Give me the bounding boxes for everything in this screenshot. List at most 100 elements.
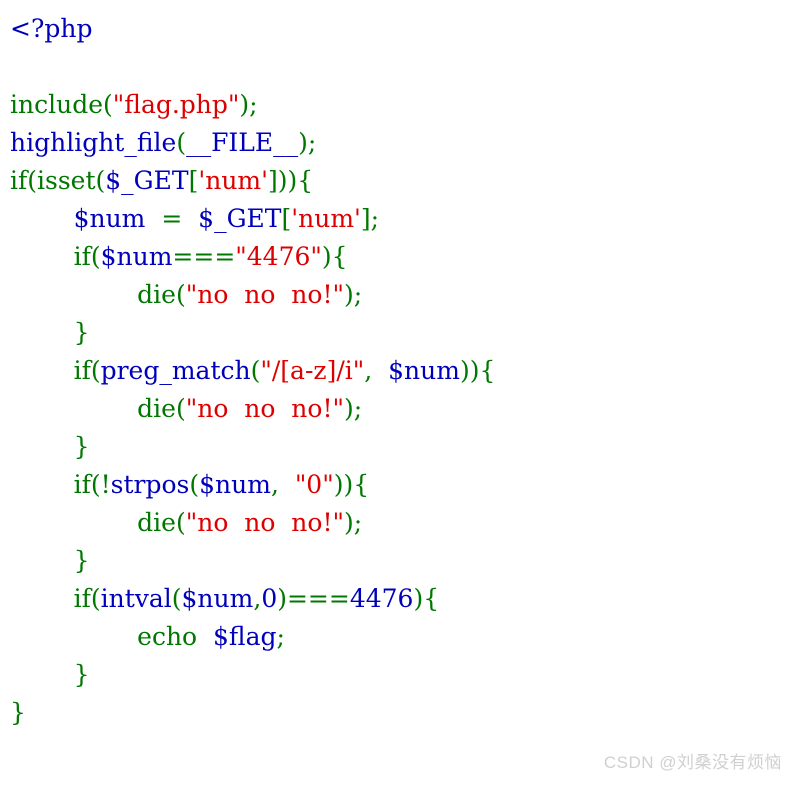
code-token-keyword: (	[90, 584, 101, 613]
code-token-keyword	[10, 546, 74, 575]
code-line: }	[10, 314, 790, 352]
code-token-keyword: if	[73, 356, 91, 385]
php-code-listing: <?php include("flag.php"); highlight_file…	[10, 10, 790, 732]
code-token-keyword	[10, 622, 137, 651]
code-token-default: $num	[199, 470, 271, 499]
code-line: if(!strpos($num, "0")){	[10, 466, 790, 504]
code-token-keyword: {	[331, 242, 348, 271]
code-token-keyword: ]	[268, 166, 278, 195]
code-token-keyword: ))	[333, 470, 354, 499]
code-token-keyword: (	[90, 470, 101, 499]
code-token-keyword: (	[175, 394, 186, 423]
code-token-default: 0	[261, 584, 278, 613]
code-token-keyword: (	[175, 508, 186, 537]
code-line: highlight_file(__FILE__);	[10, 124, 790, 162]
code-token-keyword: )	[321, 242, 332, 271]
code-token-keyword: {	[353, 470, 370, 499]
code-token-keyword: {	[423, 584, 440, 613]
code-token-keyword: ))	[459, 356, 480, 385]
code-token-keyword: )	[344, 394, 354, 423]
code-token-keyword: (	[175, 280, 186, 309]
code-token-default: strpos	[110, 470, 190, 499]
code-token-default: $flag	[213, 622, 277, 651]
code-token-default: $_GET	[198, 204, 282, 233]
code-token-string: "no no no!"	[185, 394, 345, 423]
code-token-keyword: if	[10, 166, 28, 195]
code-token-keyword: }	[73, 318, 90, 347]
code-token-keyword: if	[73, 584, 91, 613]
code-token-keyword	[10, 470, 74, 499]
code-line: if(preg_match("/[a-z]/i", $num)){	[10, 352, 790, 390]
code-token-default: $num	[181, 584, 254, 613]
csdn-watermark: CSDN @刘桑没有烦恼	[603, 753, 782, 772]
code-line: if(intval($num,0)===4476){	[10, 580, 790, 618]
code-token-keyword: {	[479, 356, 496, 385]
code-token-keyword	[10, 660, 74, 689]
code-token-keyword: ;	[353, 508, 363, 537]
code-token-keyword: isset	[37, 166, 96, 195]
code-token-keyword: if	[73, 242, 91, 271]
code-token-keyword: !	[100, 470, 111, 499]
code-token-keyword	[279, 470, 295, 499]
code-token-keyword: ;	[353, 280, 363, 309]
code-token-keyword: }	[73, 546, 90, 575]
code-token-string: "flag.php"	[112, 90, 240, 119]
code-token-keyword: die	[137, 394, 176, 423]
code-token-string: "4476"	[235, 242, 322, 271]
code-token-keyword	[10, 242, 74, 271]
code-token-keyword: (	[176, 128, 187, 157]
code-token-default: preg_match	[100, 356, 251, 385]
code-line: }	[10, 542, 790, 580]
code-token-keyword	[10, 584, 74, 613]
code-token-keyword: ;	[276, 622, 285, 651]
code-token-keyword	[10, 394, 137, 423]
code-token-default: $num	[73, 204, 146, 233]
code-token-keyword: (	[103, 90, 113, 119]
code-token-keyword: ,	[364, 356, 373, 385]
code-token-keyword: if	[73, 470, 91, 499]
code-token-keyword: (	[27, 166, 38, 195]
code-line: if($num==="4476"){	[10, 238, 790, 276]
code-token-keyword: ===	[286, 584, 350, 613]
code-token-default: $num	[100, 242, 173, 271]
code-token-keyword: ))	[277, 166, 298, 195]
code-token-default: highlight_file	[10, 128, 177, 157]
code-token-keyword: include	[10, 90, 103, 119]
code-token-keyword: )	[413, 584, 424, 613]
code-token-keyword: )	[239, 90, 250, 119]
code-token-keyword: die	[137, 508, 176, 537]
code-token-keyword	[145, 204, 161, 233]
code-line: include("flag.php");	[10, 86, 790, 124]
code-token-keyword: )	[298, 128, 308, 157]
code-token-keyword	[10, 356, 74, 385]
code-token-keyword: (	[171, 584, 182, 613]
code-token-tag: <?php	[10, 14, 93, 43]
code-token-keyword: {	[297, 166, 314, 195]
code-token-keyword: ;	[249, 90, 258, 119]
code-token-keyword: )	[344, 508, 354, 537]
code-token-keyword	[182, 204, 198, 233]
code-token-keyword: ;	[307, 128, 317, 157]
code-token-string: 'num'	[198, 166, 269, 195]
code-line: die("no no no!");	[10, 504, 790, 542]
code-token-keyword	[197, 622, 213, 651]
code-token-keyword	[10, 204, 74, 233]
code-token-keyword: ;	[353, 394, 363, 423]
code-line: die("no no no!");	[10, 390, 790, 428]
code-token-default: intval	[100, 584, 172, 613]
code-token-keyword: ===	[172, 242, 236, 271]
code-token-keyword: [	[188, 166, 199, 195]
code-token-string: "no no no!"	[185, 280, 345, 309]
code-token-keyword	[10, 508, 137, 537]
code-token-keyword: )	[277, 584, 287, 613]
code-token-keyword: }	[73, 432, 90, 461]
code-token-default: $_GET	[105, 166, 189, 195]
code-token-keyword	[10, 318, 74, 347]
code-token-string: "no no no!"	[185, 508, 345, 537]
code-token-keyword: }	[73, 660, 90, 689]
code-token-keyword: (	[90, 242, 101, 271]
code-token-keyword	[10, 432, 74, 461]
code-line: }	[10, 656, 790, 694]
code-token-keyword: (	[189, 470, 200, 499]
